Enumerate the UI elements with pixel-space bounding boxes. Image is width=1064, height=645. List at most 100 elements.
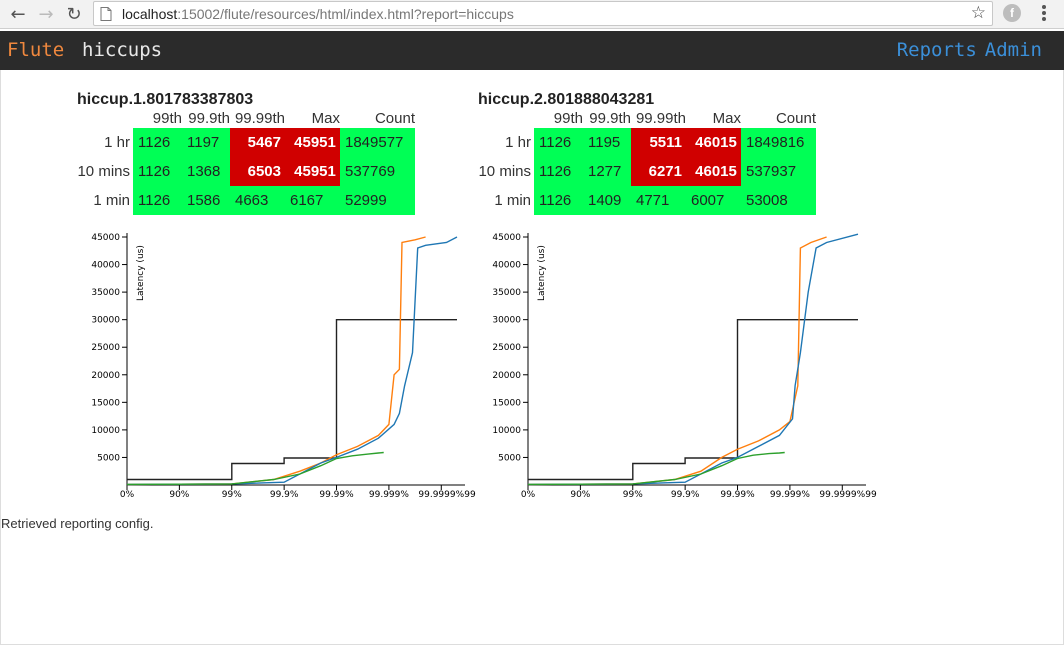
y-tick-label: 15000: [492, 398, 521, 408]
stat-cell-count: 52999: [340, 186, 415, 215]
x-tick-label: 99.9%: [671, 490, 700, 500]
x-tick-label: 99.99%: [319, 490, 354, 500]
stat-cell-p999: 1195: [583, 128, 631, 157]
column-header: 99.9th: [188, 109, 230, 127]
x-tick-label: 99.99%: [720, 490, 755, 500]
stats-row: 1 min 1126 1586 4663 6167 52999: [76, 186, 415, 215]
x-tick-label: 90%: [169, 490, 189, 500]
hiccup-panel: hiccup.1.801783387803 99th 99.9th 99.99th M…: [77, 88, 477, 508]
stat-cell-p999: 1586: [182, 186, 230, 215]
row-label: 1 hr: [104, 134, 130, 151]
y-tick-label: 40000: [91, 261, 120, 271]
row-label: 10 mins: [77, 163, 130, 180]
x-tick-label: 99: [464, 490, 476, 500]
stat-cell-p999: 1277: [583, 157, 631, 186]
stat-cell-p99: 1126: [534, 157, 583, 186]
y-tick-label: 5000: [97, 453, 120, 463]
stats-row: 1 hr 1126 1195 5511 46015 1849816: [477, 128, 816, 157]
panel-title: hiccup.1.801783387803: [77, 91, 254, 108]
x-tick-label: 0%: [120, 490, 135, 500]
x-tick-label: 99%: [222, 490, 242, 500]
y-tick-label: 25000: [91, 343, 120, 353]
page-icon: [100, 7, 112, 21]
extension-icon[interactable]: f: [1003, 4, 1021, 22]
stat-cell-p9999: 6271: [631, 157, 686, 186]
column-header: Count: [775, 109, 816, 127]
latency-series-line: [126, 236, 458, 486]
y-tick-label: 30000: [492, 316, 521, 326]
stats-row: 1 hr 1126 1197 5467 45951 1849577: [76, 128, 415, 157]
column-header: 99.99th: [635, 109, 686, 127]
x-tick-label: 99.9999%: [819, 490, 865, 500]
y-tick-label: 25000: [492, 343, 521, 353]
row-label: 10 mins: [478, 163, 531, 180]
y-tick-label: 15000: [91, 398, 120, 408]
stat-cell-count: 1849816: [741, 128, 816, 157]
y-tick-label: 20000: [91, 371, 120, 381]
latency-series-line: [528, 319, 858, 481]
header-blank: [76, 108, 133, 128]
report-name: hiccups: [82, 39, 163, 61]
column-header: Max: [712, 109, 741, 127]
panel-title: hiccup.2.801888043281: [478, 91, 655, 108]
stats-table: 99th 99.9th 99.99th Max Count 1 hr 1126 1197 546…: [76, 108, 415, 215]
reload-icon[interactable]: ↻: [63, 3, 85, 25]
y-tick-label: 45000: [492, 233, 521, 243]
stat-cell-p9999: 6503: [230, 157, 285, 186]
stat-cell-count: 53008: [741, 186, 816, 215]
latency-chart: 5000 10000 15000 20000 25000 30000 35000 40000 4…: [91, 233, 476, 500]
column-header: 99.9th: [589, 109, 631, 127]
column-header: 99th: [152, 109, 182, 127]
column-header: 99th: [553, 109, 583, 127]
y-tick-label: 10000: [492, 426, 521, 436]
url-text: localhost:15002/flute/resources/html/ind…: [122, 6, 514, 22]
stat-cell-count: 537937: [741, 157, 816, 186]
stat-cell-p99: 1126: [534, 186, 583, 215]
browser-toolbar: ← → ↻ localhost:15002/flute/resources/ht…: [0, 0, 1064, 29]
back-arrow-icon[interactable]: ←: [7, 3, 29, 25]
x-tick-label: 99.9%: [270, 490, 299, 500]
stat-cell-p9999: 5511: [631, 128, 686, 157]
stat-cell-p9999: 4663: [230, 186, 285, 215]
stat-cell-p9999: 5467: [230, 128, 285, 157]
stat-cell-count: 537769: [340, 157, 415, 186]
x-tick-label: 99.999%: [770, 490, 810, 500]
row-label: 1 hr: [505, 134, 531, 151]
stat-cell-p999: 1368: [182, 157, 230, 186]
reports-link[interactable]: Reports: [897, 39, 977, 61]
y-tick-label: 35000: [91, 288, 120, 298]
forward-arrow-icon[interactable]: →: [35, 3, 57, 25]
y-tick-label: 10000: [91, 426, 120, 436]
brand-link[interactable]: Flute: [7, 39, 64, 61]
nav-links: Reports Admin: [889, 39, 1042, 61]
stat-cell-max: 6167: [285, 186, 340, 215]
x-tick-label: 99%: [623, 490, 643, 500]
row-label: 1 min: [494, 192, 531, 209]
browser-menu-icon[interactable]: [1036, 5, 1052, 23]
stat-cell-p999: 1409: [583, 186, 631, 215]
row-label: 1 min: [93, 192, 130, 209]
x-tick-label: 99: [865, 490, 877, 500]
y-tick-label: 45000: [91, 233, 120, 243]
app-navbar: Flute hiccups Reports Admin: [0, 31, 1064, 70]
stats-table: 99th 99.9th 99.99th Max Count 1 hr 1126 1195 551…: [477, 108, 816, 215]
stat-cell-max: 45951: [285, 157, 340, 186]
stats-row: 10 mins 1126 1368 6503 45951 537769: [76, 157, 415, 186]
header-blank: [477, 108, 534, 128]
stat-cell-p99: 1126: [133, 186, 182, 215]
stat-cell-max: 45951: [285, 128, 340, 157]
latency-series-line: [126, 236, 426, 486]
bookmark-star-icon[interactable]: ☆: [971, 3, 986, 23]
stat-cell-max: 6007: [686, 186, 741, 215]
stat-cell-max: 46015: [686, 157, 741, 186]
y-axis-label: Latency (us): [537, 245, 547, 301]
y-tick-label: 30000: [91, 316, 120, 326]
stat-cell-p999: 1197: [182, 128, 230, 157]
address-bar[interactable]: localhost:15002/flute/resources/html/ind…: [93, 1, 993, 26]
status-message: Retrieved reporting config.: [1, 516, 154, 531]
stat-cell-p99: 1126: [133, 157, 182, 186]
admin-link[interactable]: Admin: [985, 39, 1042, 61]
stat-cell-p9999: 4771: [631, 186, 686, 215]
y-tick-label: 40000: [492, 261, 521, 271]
latency-series-line: [527, 236, 827, 486]
